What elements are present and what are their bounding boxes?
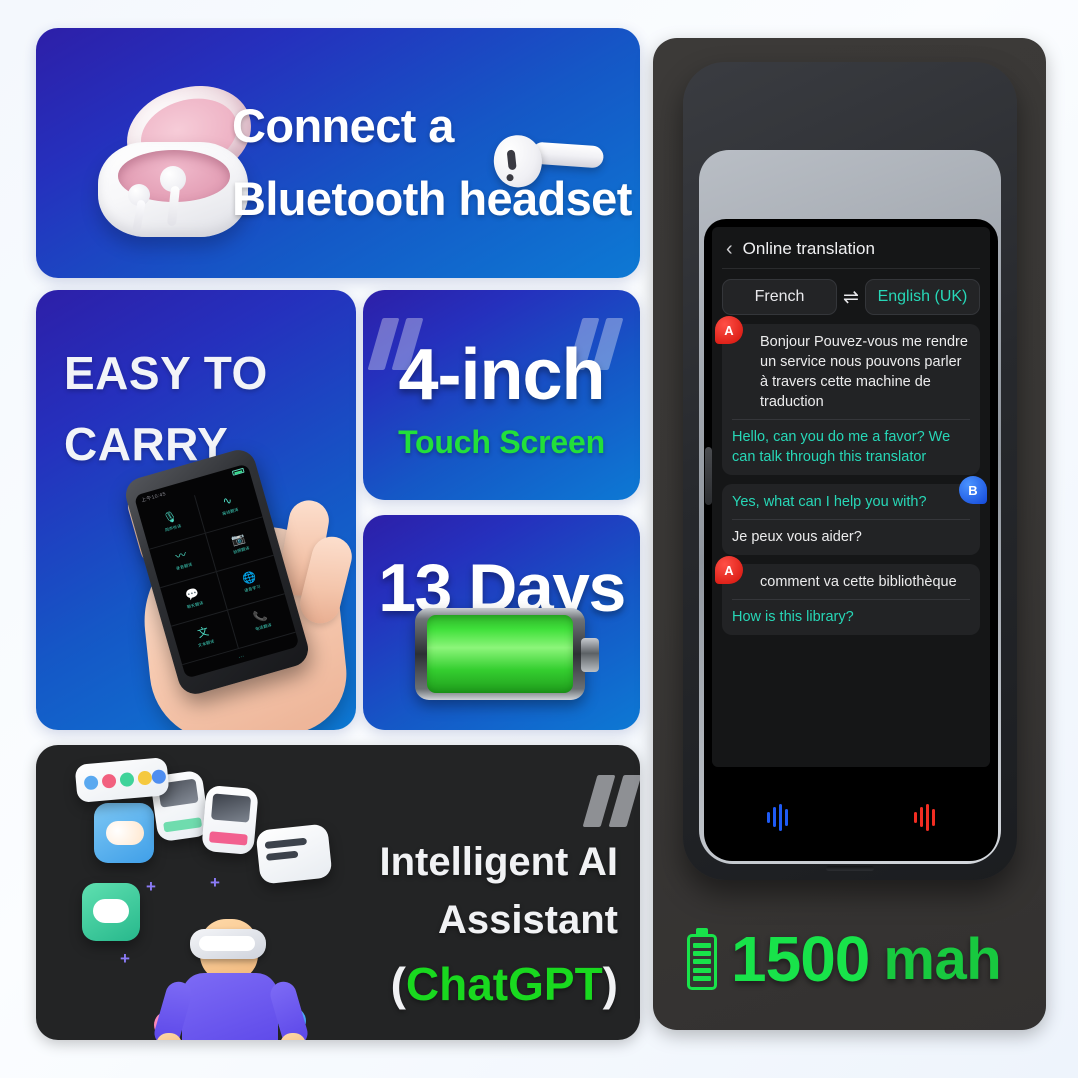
mic-controls-row xyxy=(704,799,998,835)
red-waveform-mic-icon[interactable] xyxy=(914,803,935,831)
message-translated-text: Hello, can you do me a favor? We can tal… xyxy=(732,429,951,465)
card-bluetooth-headset: Connect a Bluetooth headset xyxy=(36,28,640,278)
video-card-icon xyxy=(201,784,259,856)
message-bubble[interactable]: A Bonjour Pouvez-vous me rendre un servi… xyxy=(715,316,980,475)
product-feature-collage: Connect a Bluetooth headset EASY TO CARR… xyxy=(0,0,1078,1078)
message-translated-text: Je peux vous aider? xyxy=(732,529,862,545)
carry-title-line1: EASY TO xyxy=(64,347,268,399)
app-title: Online translation xyxy=(742,239,875,258)
message-source-text: Yes, what can I help you with? xyxy=(732,494,927,510)
ai-brand-line: (ChatGPT) xyxy=(298,951,618,1018)
avatar: B xyxy=(959,476,987,504)
bluetooth-title-line2: Bluetooth headset xyxy=(232,171,632,225)
text-icon: 文 xyxy=(196,625,211,641)
avatar: A xyxy=(715,556,743,584)
ai-card-title: Intelligent AI Assistant (ChatGPT) xyxy=(298,833,618,1018)
hand-holding-device-illustration: 上午10:45 🎙 同声传译 ∿ 离线翻译 〰 录音翻译 📷 拍照翻译 💬 聊天… xyxy=(121,445,356,730)
panel-device-showcase: ‹ Online translation French ⇌ English (U… xyxy=(653,38,1046,1030)
online-translation-app: ‹ Online translation French ⇌ English (U… xyxy=(712,227,990,767)
sparkle-icon: + xyxy=(146,877,156,896)
vr-person-illustration xyxy=(151,907,311,1040)
message-source-text: Bonjour Pouvez-vous me rendre un service… xyxy=(760,334,968,410)
divider xyxy=(732,599,970,600)
quote-mark-icon xyxy=(608,775,640,827)
message-bubble[interactable]: A comment va cette bibliothèque How is t… xyxy=(715,556,980,635)
full-battery-icon xyxy=(415,608,599,700)
sparkle-icon: + xyxy=(120,949,130,968)
paren-open: ( xyxy=(390,958,406,1010)
mini-device-status-time: 上午10:45 xyxy=(140,491,167,504)
device-screen: ‹ Online translation French ⇌ English (U… xyxy=(704,219,998,861)
blue-waveform-mic-icon[interactable] xyxy=(767,803,788,831)
chatgpt-brand: ChatGPT xyxy=(405,958,603,1010)
divider xyxy=(732,519,970,520)
card-touch-screen: 4-inch Touch Screen xyxy=(363,290,640,500)
swap-languages-icon[interactable]: ⇌ xyxy=(843,288,859,307)
offline-icon: ∿ xyxy=(221,494,234,509)
chat-app-icon xyxy=(82,883,140,941)
touch-screen-label: Touch Screen xyxy=(398,424,605,460)
app-header: ‹ Online translation xyxy=(722,237,980,269)
cloud-app-icon xyxy=(94,803,154,863)
message-bubble[interactable]: B Yes, what can I help you with? Je peux… xyxy=(722,476,987,555)
bluetooth-title-line1: Connect a xyxy=(232,99,454,152)
card-ai-assistant: + + + + Intelligent AI Assistant (ChatGP… xyxy=(36,745,640,1040)
touch-screen-size: 4-inch xyxy=(398,335,605,415)
source-language-button[interactable]: French xyxy=(722,279,838,315)
ai-title-line1: Intelligent AI xyxy=(379,840,618,884)
mini-device-battery-icon xyxy=(231,467,245,476)
side-button[interactable] xyxy=(705,447,712,505)
battery-capacity-unit: mah xyxy=(883,926,1002,992)
message-translated-text: How is this library? xyxy=(732,609,854,625)
ai-title-line2: Assistant xyxy=(437,898,618,942)
back-icon[interactable]: ‹ xyxy=(726,239,733,259)
bluetooth-card-title: Connect a Bluetooth headset xyxy=(232,90,632,236)
home-indicator-icon: ⋯ xyxy=(237,653,246,662)
waveform-icon: 〰 xyxy=(174,548,189,564)
bottom-speaker-slot xyxy=(826,866,874,871)
target-language-button[interactable]: English (UK) xyxy=(864,279,981,315)
sparkle-icon: + xyxy=(210,873,220,892)
paren-close: ) xyxy=(602,958,618,1010)
translator-device: ‹ Online translation French ⇌ English (U… xyxy=(683,62,1017,880)
battery-icon xyxy=(687,928,717,990)
card-easy-to-carry: EASY TO CARRY 上午10:45 🎙 同声传译 ∿ 离线翻译 〰 录音… xyxy=(36,290,356,730)
language-selector-row: French ⇌ English (UK) xyxy=(722,279,981,315)
avatar: A xyxy=(715,316,743,344)
color-palette-icon xyxy=(74,757,170,803)
card-battery-days: 13 Days xyxy=(363,515,640,730)
battery-capacity-row: 1500 mah xyxy=(687,922,1002,996)
battery-capacity-value: 1500 xyxy=(731,923,870,995)
divider xyxy=(732,419,970,420)
message-source-text: comment va cette bibliothèque xyxy=(760,574,957,590)
